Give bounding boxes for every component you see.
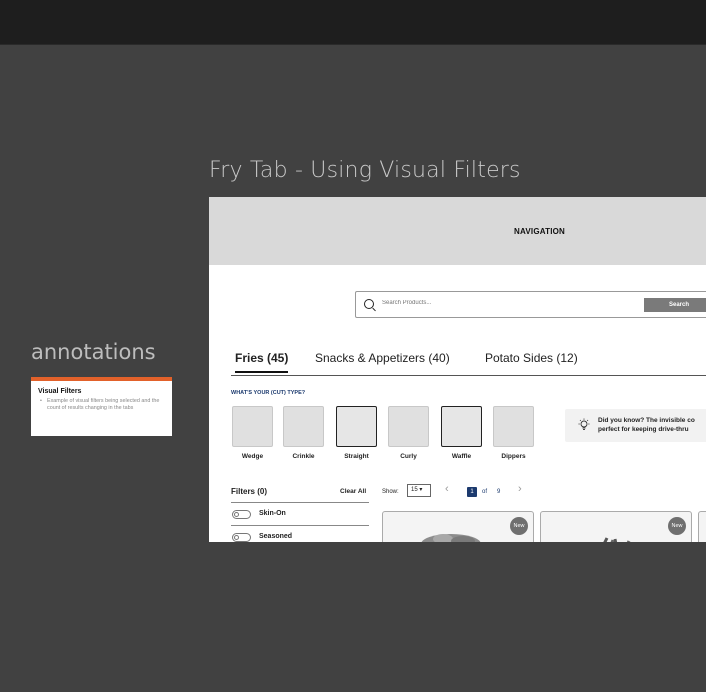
cut-option-label: Crinkle bbox=[292, 453, 315, 460]
annotation-note-body: Example of visual filters being selected… bbox=[38, 398, 165, 412]
product-card[interactable]: New bbox=[382, 511, 534, 542]
cut-option-label: Wedge bbox=[241, 453, 264, 460]
tip-line: perfect for keeping drive-thru bbox=[598, 425, 689, 433]
product-card[interactable]: New bbox=[540, 511, 692, 542]
search-bar: Search bbox=[355, 291, 706, 318]
search-button[interactable]: Search bbox=[644, 298, 706, 312]
annotation-note-title: Visual Filters bbox=[38, 388, 82, 395]
navigation-bar: NAVIGATION bbox=[209, 197, 706, 265]
current-page[interactable]: 1 bbox=[467, 487, 477, 497]
page-total: 9 bbox=[497, 489, 501, 495]
did-you-know-tip: Did you know? The invisible co perfect f… bbox=[565, 409, 706, 442]
search-input[interactable] bbox=[382, 300, 582, 306]
category-tabs: Fries (45) Snacks & Appetizers (40) Pota… bbox=[231, 351, 706, 376]
clear-all-link[interactable]: Clear All bbox=[340, 488, 366, 495]
show-label: Show: bbox=[382, 489, 399, 495]
filter-label: Skin-On bbox=[259, 510, 286, 517]
divider bbox=[231, 502, 369, 503]
tab-potato-sides[interactable]: Potato Sides (12) bbox=[485, 351, 578, 365]
tab-snacks-appetizers[interactable]: Snacks & Appetizers (40) bbox=[315, 351, 450, 365]
annotation-note-card: Visual Filters Example of visual filters… bbox=[31, 377, 172, 436]
navigation-label: NAVIGATION bbox=[514, 227, 566, 236]
cut-option-dippers[interactable] bbox=[493, 406, 534, 447]
annotations-heading: annotations bbox=[31, 340, 156, 364]
product-card[interactable] bbox=[698, 511, 706, 542]
cut-option-waffle[interactable] bbox=[441, 406, 482, 447]
page-of-label: of bbox=[482, 489, 488, 495]
cut-option-wedge[interactable] bbox=[232, 406, 273, 447]
lightbulb-icon bbox=[578, 418, 590, 430]
chevron-right-icon[interactable]: › bbox=[518, 483, 522, 495]
cut-type-question: WHAT'S YOUR (CUT) TYPE? bbox=[231, 390, 306, 396]
frame-title: Fry Tab - Using Visual Filters bbox=[209, 158, 521, 183]
cut-option-label: Curly bbox=[400, 453, 417, 460]
tab-fries[interactable]: Fries (45) bbox=[235, 351, 289, 373]
cut-option-crinkle[interactable] bbox=[283, 406, 324, 447]
cut-option-label: Waffle bbox=[451, 453, 472, 460]
per-page-select[interactable]: 15 ▾ bbox=[407, 484, 431, 497]
filter-toggle-seasoned[interactable] bbox=[232, 533, 251, 542]
tip-text: Did you know? The invisible co perfect f… bbox=[598, 417, 695, 435]
app-toolbar bbox=[0, 0, 706, 45]
tip-line: Did you know? The invisible co bbox=[598, 417, 695, 424]
wireframe-canvas: NAVIGATION Search Fries (45) Snacks & Ap… bbox=[209, 197, 706, 542]
divider bbox=[231, 525, 369, 526]
chevron-left-icon[interactable]: ‹ bbox=[445, 483, 449, 495]
new-badge: New bbox=[510, 517, 528, 535]
cut-option-label: Dippers bbox=[501, 453, 526, 460]
new-badge: New bbox=[668, 517, 686, 535]
search-icon bbox=[364, 299, 374, 309]
filters-heading: Filters (0) bbox=[231, 487, 268, 496]
cut-option-label: Straight bbox=[344, 453, 369, 460]
cut-option-curly[interactable] bbox=[388, 406, 429, 447]
filter-label: Seasoned bbox=[259, 533, 293, 540]
filter-toggle-skin-on[interactable] bbox=[232, 510, 251, 519]
cut-option-straight[interactable] bbox=[336, 406, 377, 447]
